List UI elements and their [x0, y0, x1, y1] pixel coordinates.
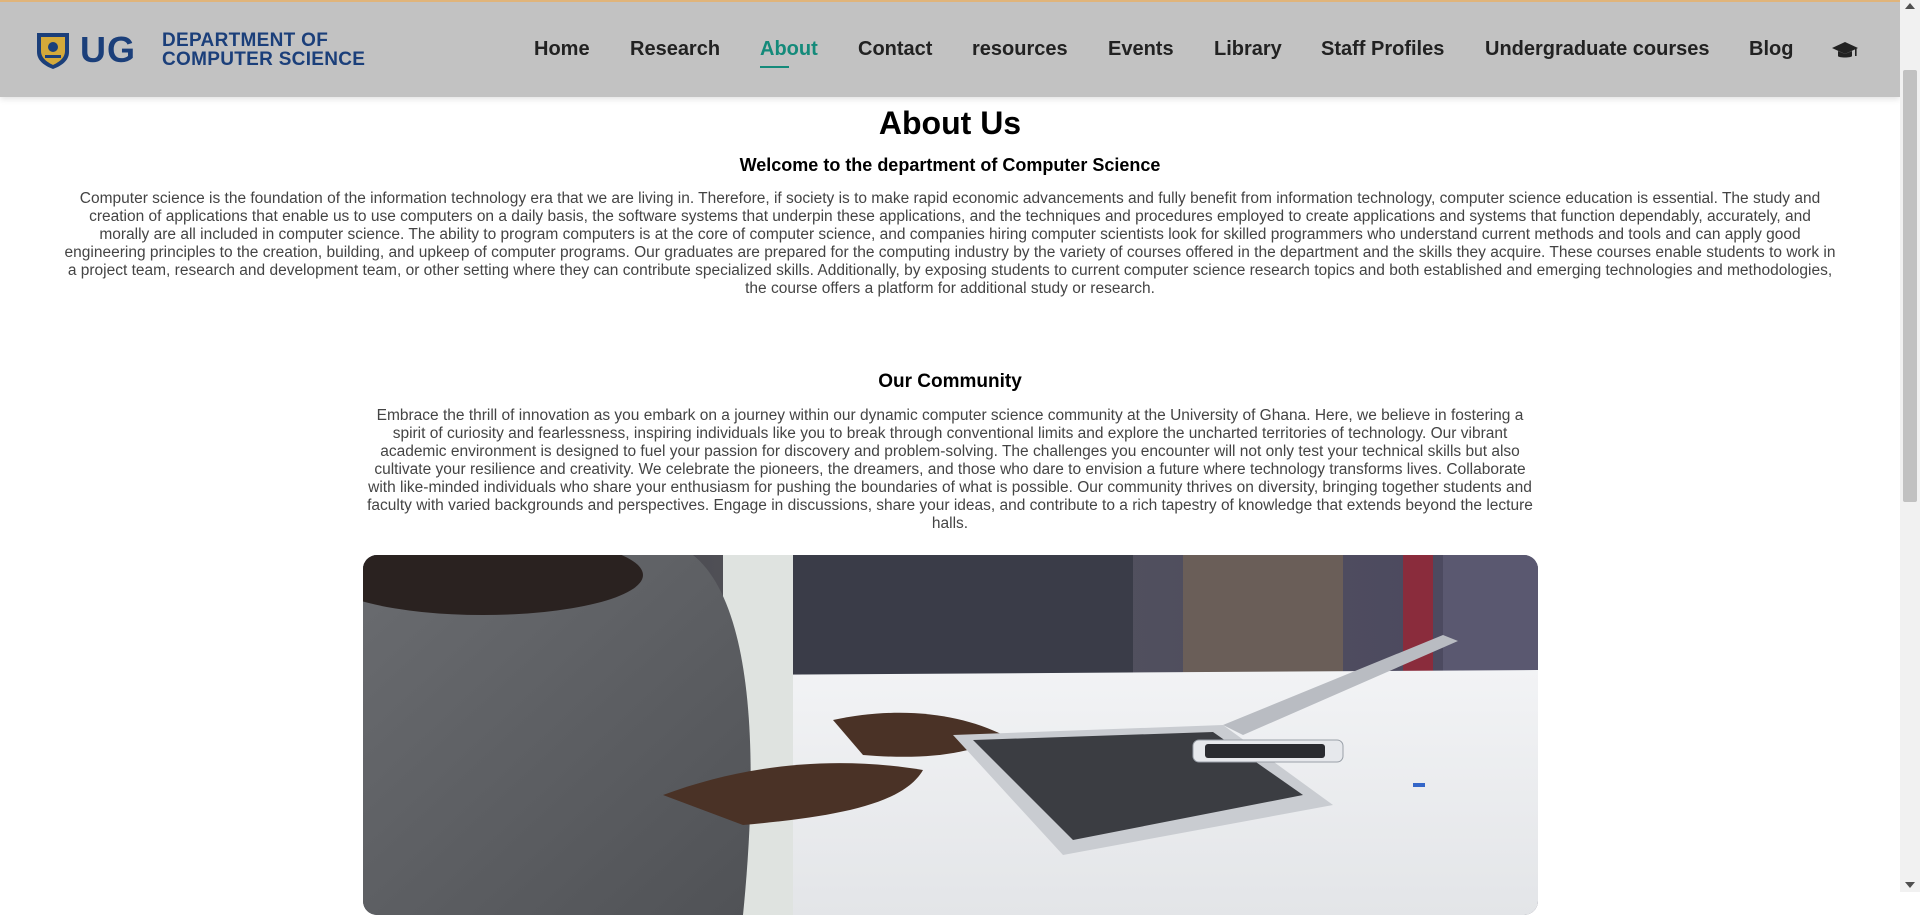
- welcome-heading: Welcome to the department of Computer Sc…: [739, 155, 1161, 175]
- nav-contact[interactable]: Contact: [858, 38, 932, 61]
- department-logo[interactable]: UG DEPARTMENT OF COMPUTER SCIENCE: [34, 28, 365, 72]
- scroll-up-arrow-icon[interactable]: [1905, 3, 1915, 9]
- page-scrollbar[interactable]: [1900, 0, 1920, 892]
- nav-staff-profiles[interactable]: Staff Profiles: [1321, 38, 1444, 61]
- logo-text: DEPARTMENT OF COMPUTER SCIENCE: [162, 31, 365, 69]
- scroll-thumb[interactable]: [1903, 70, 1917, 502]
- nav-about[interactable]: About: [760, 38, 818, 68]
- logo-line-2: COMPUTER SCIENCE: [162, 49, 366, 70]
- logo-abbrev: UG: [80, 29, 136, 70]
- university-crest-icon: [37, 33, 69, 69]
- page-title: About Us: [878, 105, 1022, 141]
- scroll-down-arrow-icon[interactable]: [1905, 882, 1915, 888]
- logo-line-1: DEPARTMENT OF: [162, 30, 329, 51]
- nav-resources[interactable]: resources: [972, 38, 1068, 61]
- nav-home[interactable]: Home: [534, 38, 590, 61]
- community-heading: Our Community: [878, 371, 1022, 392]
- about-paragraph: Computer science is the foundation of th…: [64, 190, 1836, 297]
- student-laptop-photo: [363, 555, 1538, 915]
- graduation-cap-icon[interactable]: [1832, 40, 1858, 62]
- nav-blog[interactable]: Blog: [1749, 38, 1793, 61]
- nav-events[interactable]: Events: [1108, 38, 1174, 61]
- nav-library[interactable]: Library: [1214, 38, 1282, 61]
- site-header: UG DEPARTMENT OF COMPUTER SCIENCE Home R…: [0, 0, 1900, 97]
- nav-undergraduate-courses[interactable]: Undergraduate courses: [1485, 38, 1710, 61]
- community-paragraph: Embrace the thrill of innovation as you …: [367, 407, 1533, 532]
- nav-research[interactable]: Research: [630, 38, 720, 61]
